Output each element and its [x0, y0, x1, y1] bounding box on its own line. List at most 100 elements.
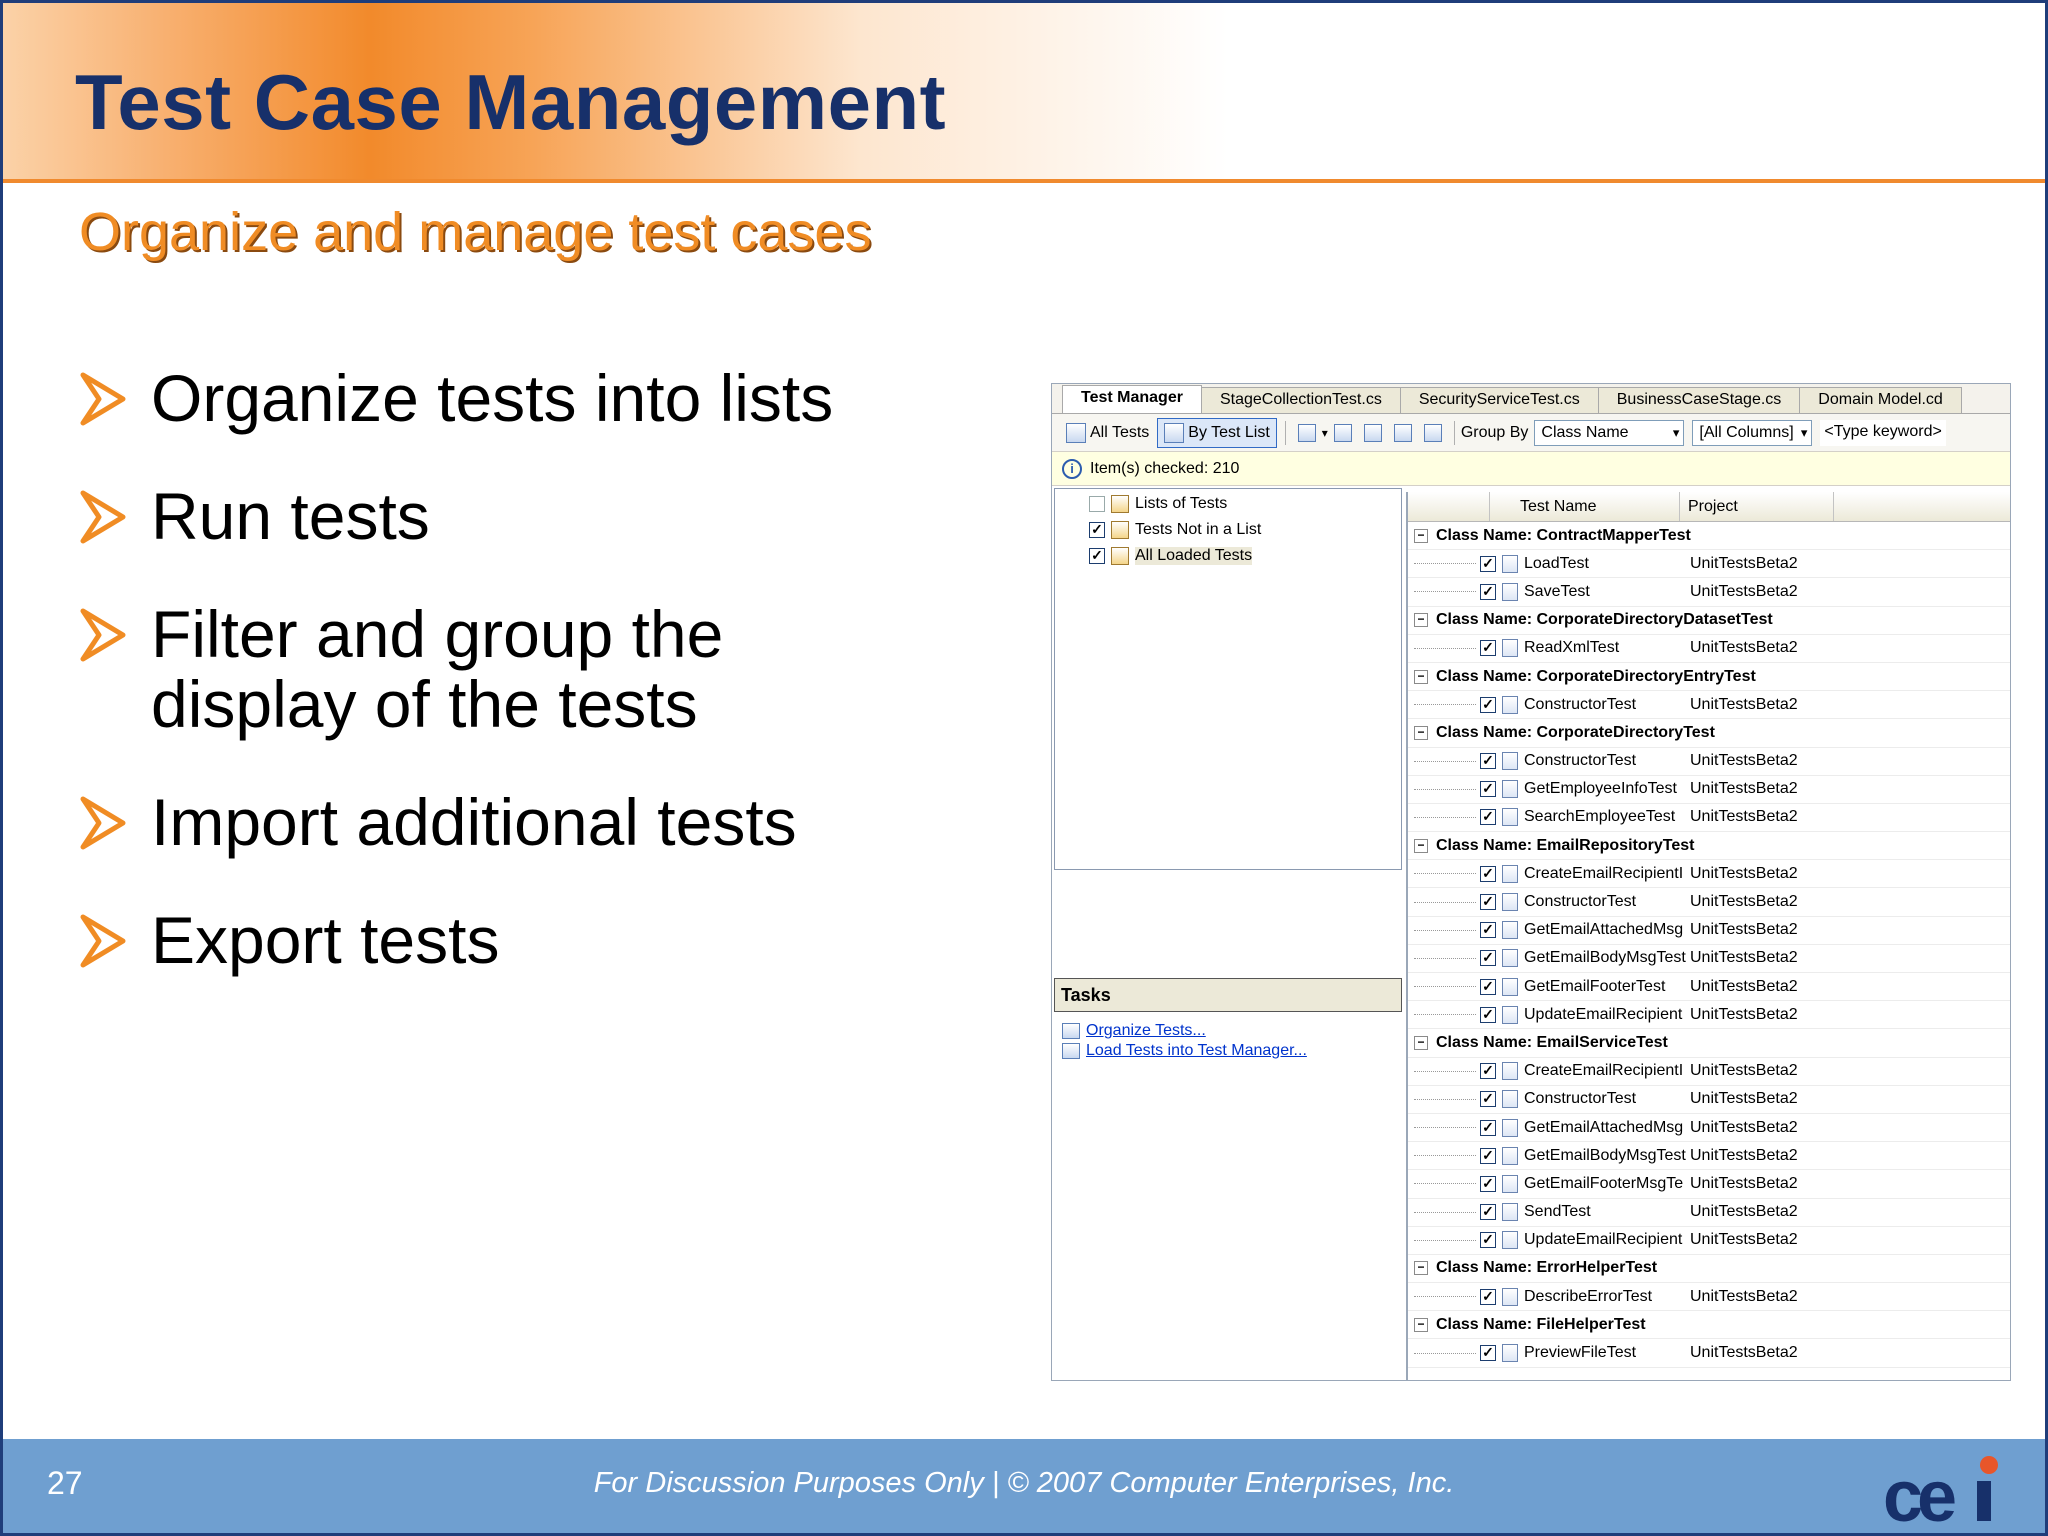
- test-name-cell: GetEmployeeInfoTest: [1524, 780, 1677, 798]
- collapse-icon[interactable]: −: [1414, 613, 1428, 628]
- test-row[interactable]: ✓ SearchEmployeeTest UnitTestsBeta2: [1408, 804, 2010, 833]
- checkbox[interactable]: ✓: [1480, 950, 1496, 967]
- checkbox[interactable]: ✓: [1480, 640, 1496, 657]
- checkbox[interactable]: ✓: [1480, 696, 1496, 713]
- group-row[interactable]: − Class Name: ErrorHelperTest: [1408, 1254, 2010, 1284]
- checkbox[interactable]: [1089, 496, 1105, 512]
- checkbox[interactable]: ✓: [1480, 1232, 1496, 1249]
- test-row[interactable]: ✓ ConstructorTest UnitTestsBeta2: [1408, 1086, 2010, 1114]
- checkbox[interactable]: ✓: [1480, 1288, 1496, 1305]
- group-by-select[interactable]: Class Name: [1534, 419, 1685, 446]
- tree-line: [1414, 1070, 1476, 1072]
- group-row[interactable]: − Class Name: CorporateDirectoryDatasetTe…: [1408, 606, 2010, 635]
- checkbox[interactable]: ✓: [1480, 1006, 1496, 1023]
- checkbox[interactable]: ✓: [1089, 548, 1105, 564]
- checkbox[interactable]: ✓: [1480, 1091, 1496, 1108]
- tree-item-label: Lists of Tests: [1135, 495, 1228, 512]
- load-tests-link[interactable]: Load Tests into Test Manager...: [1062, 1042, 1307, 1060]
- test-name-cell: GetEmailAttachedMsg: [1524, 1118, 1684, 1136]
- group-row[interactable]: − Class Name: ContractMapperTest: [1408, 522, 2010, 551]
- checkbox[interactable]: ✓: [1089, 522, 1105, 538]
- test-row[interactable]: ✓ ConstructorTest UnitTestsBeta2: [1408, 748, 2010, 776]
- test-row[interactable]: ✓ UpdateEmailRecipient UnitTestsBeta2: [1408, 1227, 2010, 1255]
- group-row[interactable]: − Class Name: FileHelperTest: [1408, 1311, 2010, 1340]
- all-tests-button[interactable]: All Tests: [1060, 418, 1155, 448]
- checkbox[interactable]: ✓: [1480, 753, 1496, 770]
- tab-business-case-stage[interactable]: BusinessCaseStage.cs: [1597, 387, 1801, 413]
- checkbox[interactable]: ✓: [1480, 1345, 1496, 1362]
- checkbox[interactable]: ✓: [1480, 583, 1496, 600]
- collapse-icon[interactable]: −: [1414, 1261, 1428, 1276]
- group-row[interactable]: − Class Name: CorporateDirectoryEntryTest: [1408, 662, 2010, 692]
- refresh-icon[interactable]: [1363, 423, 1382, 442]
- test-row[interactable]: ✓ SaveTest UnitTestsBeta2: [1408, 578, 2010, 607]
- test-row[interactable]: ✓ GetEmailFooterMsgTe UnitTestsBeta2: [1408, 1170, 2010, 1199]
- column-project[interactable]: Project: [1680, 492, 1834, 521]
- test-row[interactable]: ✓ SendTest UnitTestsBeta2: [1408, 1199, 2010, 1227]
- test-row[interactable]: ✓ PreviewFileTest UnitTestsBeta2: [1408, 1339, 2010, 1368]
- checkbox[interactable]: ✓: [1480, 555, 1496, 572]
- checkbox[interactable]: ✓: [1480, 894, 1496, 911]
- tree-line: [1414, 1098, 1476, 1100]
- run-dropdown-icon[interactable]: ▾: [1322, 426, 1328, 440]
- test-row[interactable]: ✓ GetEmailBodyMsgTest UnitTestsBeta2: [1408, 945, 2010, 973]
- tab-test-manager[interactable]: Test Manager: [1062, 385, 1202, 413]
- test-row[interactable]: ✓ ConstructorTest UnitTestsBeta2: [1408, 691, 2010, 720]
- test-row[interactable]: ✓ LoadTest UnitTestsBeta2: [1408, 550, 2010, 579]
- organize-tests-link[interactable]: Organize Tests...: [1062, 1022, 1206, 1040]
- checkbox[interactable]: ✓: [1480, 978, 1496, 995]
- test-row[interactable]: ✓ GetEmailBodyMsgTest UnitTestsBeta2: [1408, 1142, 2010, 1171]
- group-row[interactable]: − Class Name: EmailRepositoryTest: [1408, 832, 2010, 861]
- tree-item-tests-not-in-list[interactable]: ✓ Tests Not in a List: [1055, 517, 1401, 543]
- run-tests-icon[interactable]: [1297, 423, 1316, 442]
- tree-line: [1414, 986, 1476, 988]
- checkbox[interactable]: ✓: [1480, 922, 1496, 939]
- collapse-icon[interactable]: −: [1414, 528, 1428, 543]
- test-row[interactable]: ✓ GetEmployeeInfoTest UnitTestsBeta2: [1408, 776, 2010, 804]
- tree-item-all-loaded-tests[interactable]: ✓ All Loaded Tests: [1055, 543, 1401, 569]
- tab-security-service-test[interactable]: SecurityServiceTest.cs: [1399, 387, 1599, 413]
- checkbox[interactable]: ✓: [1480, 809, 1496, 826]
- tree-item-lists-of-tests[interactable]: Lists of Tests: [1055, 491, 1401, 517]
- checkbox[interactable]: ✓: [1480, 865, 1496, 882]
- test-row[interactable]: ✓ GetEmailAttachedMsg UnitTestsBeta2: [1408, 1114, 2010, 1143]
- import-icon[interactable]: [1393, 423, 1412, 442]
- checkbox[interactable]: ✓: [1480, 1204, 1496, 1221]
- collapse-icon[interactable]: −: [1414, 838, 1428, 853]
- group-row[interactable]: − Class Name: CorporateDirectoryTest: [1408, 719, 2010, 748]
- test-row[interactable]: ✓ GetEmailAttachedMsg UnitTestsBeta2: [1408, 917, 2010, 945]
- test-row[interactable]: ✓ ConstructorTest UnitTestsBeta2: [1408, 888, 2010, 917]
- test-document-icon: [1502, 1005, 1518, 1024]
- tab-domain-model[interactable]: Domain Model.cd: [1799, 387, 1962, 413]
- tab-stage-collection-test[interactable]: StageCollectionTest.cs: [1200, 387, 1401, 413]
- export-icon[interactable]: [1423, 423, 1442, 442]
- project-cell: UnitTestsBeta2: [1690, 864, 1798, 882]
- checkbox[interactable]: ✓: [1480, 781, 1496, 798]
- project-cell: UnitTestsBeta2: [1690, 1231, 1798, 1249]
- test-row[interactable]: ✓ DescribeErrorTest UnitTestsBeta2: [1408, 1283, 2010, 1312]
- collapse-icon[interactable]: −: [1414, 669, 1428, 684]
- collapse-icon[interactable]: −: [1414, 1317, 1428, 1332]
- test-name-cell: ConstructorTest: [1524, 695, 1637, 713]
- checkbox[interactable]: ✓: [1480, 1063, 1496, 1080]
- test-row[interactable]: ✓ CreateEmailRecipientI UnitTestsBeta2: [1408, 860, 2010, 889]
- checkbox[interactable]: ✓: [1480, 1175, 1496, 1192]
- keyword-filter-input[interactable]: <Type keyword>: [1820, 419, 1946, 446]
- test-row[interactable]: ✓ UpdateEmailRecipient UnitTestsBeta2: [1408, 1001, 2010, 1030]
- checkbox[interactable]: ✓: [1480, 1119, 1496, 1136]
- grid-view-icon[interactable]: [1333, 423, 1352, 442]
- test-row[interactable]: ✓ ReadXmlTest UnitTestsBeta2: [1408, 635, 2010, 663]
- test-row[interactable]: ✓ CreateEmailRecipientI UnitTestsBeta2: [1408, 1058, 2010, 1086]
- items-checked-text: Item(s) checked: 210: [1090, 459, 1240, 477]
- collapse-icon[interactable]: −: [1414, 725, 1428, 740]
- checkbox[interactable]: ✓: [1480, 1147, 1496, 1164]
- test-manager-window: Test Manager StageCollectionTest.cs Secu…: [1051, 383, 2011, 1381]
- test-row[interactable]: ✓ GetEmailFooterTest UnitTestsBeta2: [1408, 973, 2010, 1002]
- group-row[interactable]: − Class Name: EmailServiceTest: [1408, 1029, 2010, 1058]
- by-test-list-button[interactable]: By Test List: [1157, 417, 1277, 448]
- list-folder-icon: [1111, 495, 1129, 513]
- collapse-icon[interactable]: −: [1414, 1035, 1428, 1050]
- column-test-name[interactable]: Test Name: [1490, 492, 1680, 521]
- test-name-cell: GetEmailFooterTest: [1524, 977, 1666, 995]
- columns-select[interactable]: [All Columns]: [1692, 419, 1813, 446]
